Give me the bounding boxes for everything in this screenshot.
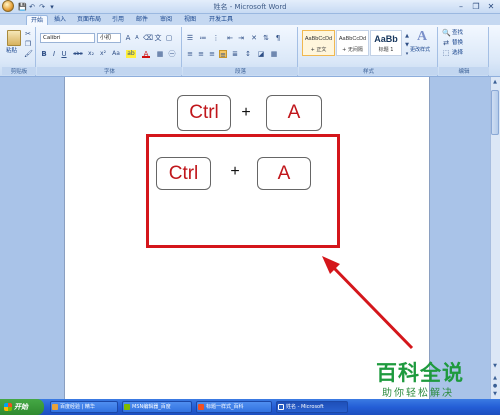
editor-icon	[124, 404, 130, 410]
red-arrow	[322, 256, 414, 350]
taskbar-item-word[interactable]: 姓名 - Microsoft	[276, 401, 348, 413]
browser-icon-2	[198, 404, 204, 410]
taskbar-item-baike[interactable]: 标题一样式_百科	[196, 401, 272, 413]
red-arrow-shaft	[330, 264, 414, 350]
word-icon	[278, 404, 284, 410]
watermark-title: 百科全说	[376, 361, 464, 385]
browser-icon	[52, 404, 58, 410]
windows-logo-icon	[4, 403, 12, 411]
taskbar-item-baidu[interactable]: 百度经验 | 精华	[50, 401, 118, 413]
taskbar-item-editor[interactable]: MSN编辑器_百度	[122, 401, 192, 413]
watermark-subtitle: 助你轻松解决	[382, 388, 454, 399]
